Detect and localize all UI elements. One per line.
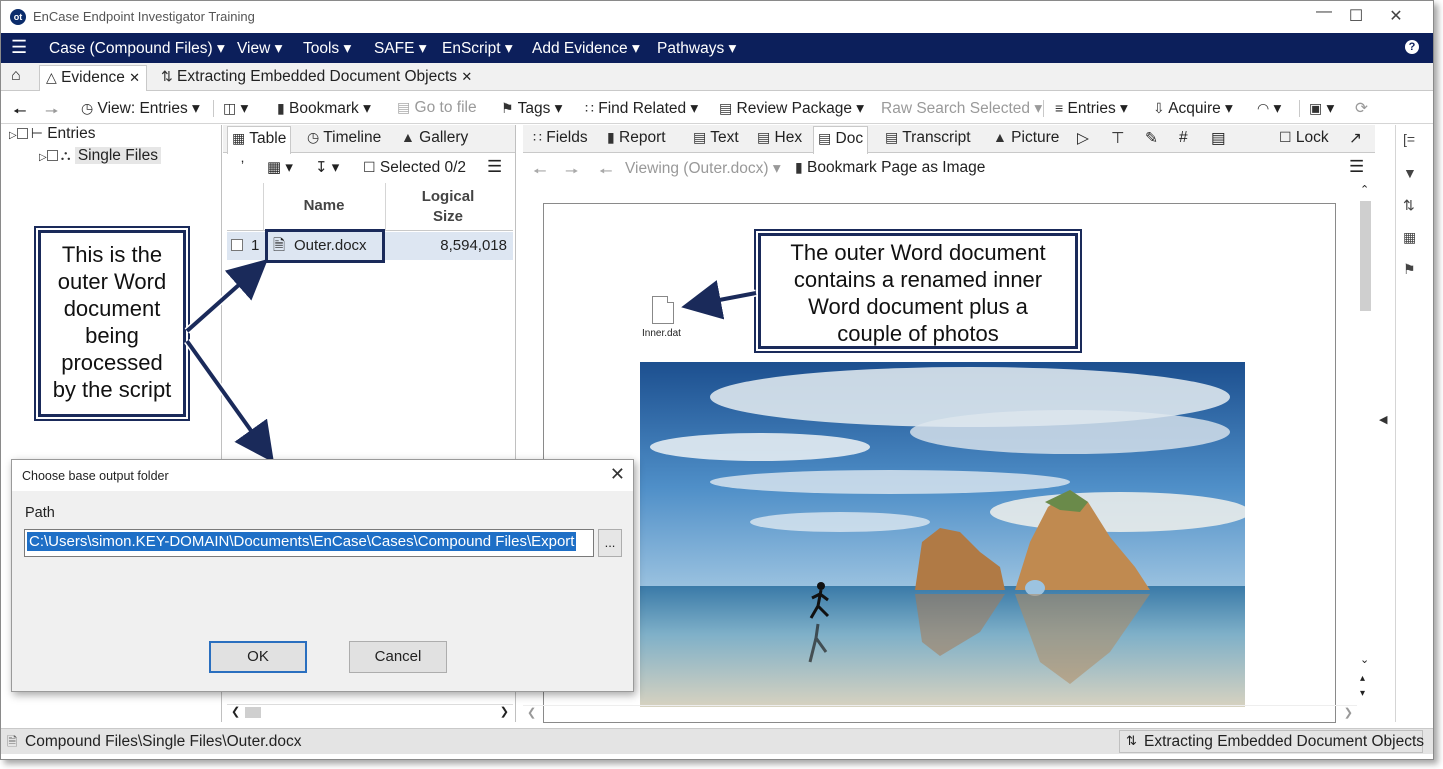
browse-button[interactable]: ... — [598, 529, 622, 557]
dialog-title: Choose base output folder — [12, 460, 633, 491]
app-window: ot EnCase Endpoint Investigator Training… — [0, 0, 1434, 760]
dialog-close-icon[interactable]: ✕ — [610, 464, 625, 485]
choose-folder-dialog: Choose base output folder ✕ Path C:\User… — [11, 459, 634, 692]
ok-button[interactable]: OK — [209, 641, 307, 673]
cancel-button[interactable]: Cancel — [349, 641, 447, 673]
path-input-value: C:\Users\simon.KEY-DOMAIN\Documents\EnCa… — [27, 532, 577, 551]
path-label: Path — [25, 505, 55, 521]
path-input[interactable]: C:\Users\simon.KEY-DOMAIN\Documents\EnCa… — [24, 529, 594, 557]
